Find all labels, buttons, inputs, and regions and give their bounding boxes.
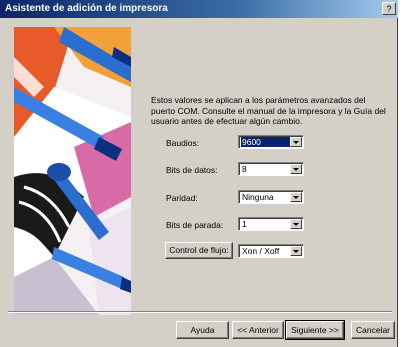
- chevron-down-icon[interactable]: [290, 246, 302, 256]
- stop-bits-select[interactable]: 1: [238, 217, 304, 231]
- pencil-art-image: [14, 27, 131, 315]
- help-button[interactable]: Ayuda: [176, 321, 229, 339]
- next-button[interactable]: Siguiente >>: [285, 320, 345, 340]
- stop-bits-value: 1: [242, 219, 247, 229]
- baud-value: 9600: [241, 137, 290, 147]
- stop-bits-label: Bits de parada:: [166, 220, 224, 230]
- window-title: Asistente de adición de impresora: [5, 3, 168, 14]
- help-title-button[interactable]: ?: [382, 2, 396, 15]
- parity-value: Ninguna: [242, 192, 274, 202]
- intro-text: Estos valores se aplican a los parámetro…: [151, 95, 386, 126]
- button-separator: [8, 311, 392, 313]
- chevron-down-icon[interactable]: [290, 219, 302, 229]
- wizard-window: Asistente de adición de impresora ? Esto…: [0, 0, 398, 347]
- cancel-button[interactable]: Cancelar: [351, 321, 395, 339]
- baud-label: Baudios:: [166, 138, 200, 148]
- title-bar: Asistente de adición de impresora ?: [0, 0, 398, 18]
- chevron-down-icon[interactable]: [290, 192, 302, 202]
- wizard-illustration: [14, 27, 131, 315]
- parity-select[interactable]: Ninguna: [238, 190, 304, 204]
- data-bits-value: 8: [242, 164, 247, 174]
- flow-control-select[interactable]: Xon / Xoff: [238, 244, 304, 258]
- parity-label: Paridad:: [166, 193, 198, 203]
- baud-select[interactable]: 9600: [238, 135, 304, 149]
- data-bits-label: Bits de datos:: [166, 165, 218, 175]
- chevron-down-icon[interactable]: [290, 137, 302, 147]
- flow-control-button[interactable]: Control de flujo:: [165, 242, 233, 259]
- flow-control-value: Xon / Xoff: [242, 246, 280, 256]
- data-bits-select[interactable]: 8: [238, 162, 304, 176]
- chevron-down-icon[interactable]: [290, 164, 302, 174]
- back-button[interactable]: << Anterior: [232, 321, 284, 339]
